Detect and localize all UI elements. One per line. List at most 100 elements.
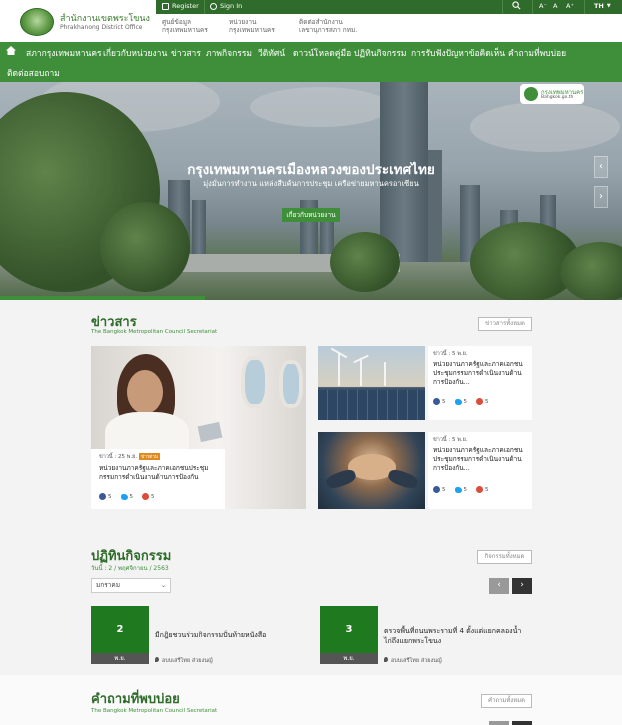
nav-item-feedback[interactable]: การรับฟังปัญหาข้อคิดเห็น bbox=[411, 46, 505, 60]
share-count: 5 bbox=[442, 398, 446, 405]
share-bar: 5 5 5 bbox=[433, 486, 489, 493]
hero-prev-button[interactable]: ‹ bbox=[594, 156, 608, 178]
home-icon[interactable] bbox=[6, 46, 16, 55]
hero-title: กรุงเทพมหานครเมืองหลวงของประเทศไทย bbox=[187, 162, 435, 178]
hero-about-button[interactable]: เกี่ยวกับหน่วยงาน bbox=[282, 208, 340, 222]
location-pin-icon bbox=[155, 657, 159, 662]
nav-item-gallery[interactable]: ภาพกิจกรรม bbox=[206, 46, 252, 60]
news-date: ข่าวนี้ : 5 พ.ย. bbox=[433, 437, 468, 443]
activity-day: 3 bbox=[345, 624, 353, 635]
register-link[interactable]: Register bbox=[162, 2, 199, 10]
site-title: สำนักงานเขตพระโขนง bbox=[60, 14, 150, 24]
quick-link-contact-office[interactable]: ติดต่อสำนักงาน เลขานุการสภา กทม. bbox=[299, 18, 357, 34]
nav-item-about[interactable]: เกี่ยวกับหน่วยงาน bbox=[103, 46, 167, 60]
activity-location-label: อบบเสรีไทย ส่วยงนญ์ bbox=[162, 658, 213, 664]
quick-link-agencies[interactable]: หน่วยงาน กรุงเทพมหานคร bbox=[229, 18, 275, 34]
hero-subtitle: มุ่งมั่นการทำงาน แหล่งสืบค้นการประชุม เค… bbox=[203, 179, 419, 188]
nav-item-downloads[interactable]: ดาวน์โหลดคู่มือ bbox=[293, 46, 351, 60]
featured-news-text: หน่วยงานภาครัฐและภาคเอกชนประชุมกรรมการดำ… bbox=[99, 464, 209, 481]
hero-banner: กรุงเทพมหานคร Bangkok.go.th กรุงเทพมหานค… bbox=[0, 82, 622, 300]
twitter-icon bbox=[120, 493, 128, 500]
breaking-tag: ข่าวด่วน bbox=[139, 453, 160, 460]
facebook-icon bbox=[433, 398, 440, 405]
site-header: สำนักงานเขตพระโขนง Phrakhanong District … bbox=[0, 0, 622, 42]
share-googleplus[interactable]: 5 bbox=[476, 486, 489, 493]
quick-link-line1: ติดต่อสำนักงาน bbox=[299, 18, 343, 26]
activities-prev-button[interactable]: ‹ bbox=[489, 578, 509, 594]
month-select[interactable]: มกราคม ⌄ bbox=[91, 578, 171, 593]
activity-month: พ.ย. bbox=[320, 653, 378, 664]
news-card-2[interactable]: ข่าวนี้ : 5 พ.ย. หน่วยงานภาครัฐและภาคเอก… bbox=[428, 432, 532, 509]
share-twitter[interactable]: 5 bbox=[120, 493, 133, 500]
share-twitter[interactable]: 5 bbox=[454, 398, 468, 405]
share-twitter[interactable]: 5 bbox=[454, 486, 467, 493]
font-size-small-button[interactable]: A⁻ bbox=[539, 2, 547, 10]
nav-item-council[interactable]: สภากรุงเทพมหานคร bbox=[26, 46, 102, 60]
chevron-down-icon: ▼ bbox=[606, 3, 611, 9]
quick-link-line1: ศูนย์ข้อมูล bbox=[162, 18, 191, 26]
site-logo[interactable]: สำนักงานเขตพระโขนง Phrakhanong District … bbox=[20, 8, 156, 36]
activities-next-button[interactable]: › bbox=[512, 578, 532, 594]
news-text: หน่วยงานภาครัฐและภาคเอกชนประชุมกรรมการดำ… bbox=[433, 360, 523, 386]
share-facebook[interactable]: 5 bbox=[433, 486, 446, 493]
googleplus-icon bbox=[476, 398, 483, 405]
quick-link-line2: เลขานุการสภา กทม. bbox=[299, 26, 358, 34]
featured-news-card[interactable]: ข่าวนี้ : 25 พ.ย. ข่าวด่วน หน่วยงานภาครัฐ… bbox=[91, 449, 225, 509]
news-image-teamwork[interactable] bbox=[318, 432, 425, 509]
quick-link-line2: กรุงเทพมหานคร bbox=[162, 26, 208, 34]
quick-link-line1: หน่วยงาน bbox=[229, 18, 257, 26]
quick-link-line2: กรุงเทพมหานคร bbox=[229, 26, 275, 34]
twitter-icon bbox=[454, 486, 462, 493]
all-news-button[interactable]: ข่าวสารทั้งหมด bbox=[478, 317, 532, 331]
share-bar: 5 5 5 bbox=[433, 398, 489, 405]
faq-next-button[interactable] bbox=[512, 721, 532, 725]
search-icon bbox=[512, 1, 521, 10]
nav-item-calendar[interactable]: ปฏิทินกิจกรรม bbox=[354, 46, 407, 60]
nav-item-faq[interactable]: คำถามที่พบบ่อย bbox=[508, 46, 566, 60]
activity-location: อบบเสรีไทย ส่วยงนญ์ bbox=[384, 657, 442, 665]
activity-title[interactable]: มีกฎิยชวนร่วมกิจกรรมปั่นท้ายหนังสือ bbox=[155, 630, 305, 640]
share-count: 5 bbox=[108, 493, 112, 500]
search-button[interactable] bbox=[512, 1, 521, 10]
language-select[interactable]: TH ▼ bbox=[594, 2, 611, 10]
hero-next-button[interactable]: › bbox=[594, 186, 608, 208]
month-select-value: มกราคม bbox=[96, 581, 120, 589]
faq-prev-button[interactable] bbox=[489, 721, 509, 725]
location-pin-icon bbox=[384, 657, 388, 662]
activity-location: อบบเสรีไทย ส่วยงนญ์ bbox=[155, 657, 213, 665]
activity-date-badge: 3 พ.ย. bbox=[320, 606, 378, 664]
font-size-normal-button[interactable]: A bbox=[553, 2, 557, 10]
nav-item-contact[interactable]: ติดต่อสอบถาม bbox=[7, 66, 60, 80]
nav-item-news[interactable]: ข่าวสาร bbox=[171, 46, 201, 60]
share-facebook[interactable]: 5 bbox=[99, 493, 112, 500]
quick-link-data-center[interactable]: ศูนย์ข้อมูล กรุงเทพมหานคร bbox=[162, 18, 208, 34]
news-image-wind-solar[interactable] bbox=[318, 346, 425, 420]
share-count: 5 bbox=[463, 398, 468, 405]
share-count: 5 bbox=[485, 398, 489, 405]
hero-slide-progress bbox=[0, 296, 205, 300]
all-activities-button[interactable]: กิจกรรมทั้งหมด bbox=[477, 550, 532, 564]
site-subtitle: Phrakhanong District Office bbox=[60, 24, 143, 31]
news-card-1[interactable]: ข่าวนี้ : 5 พ.ย. หน่วยงานภาครัฐและภาคเอก… bbox=[428, 346, 532, 420]
news-date: ข่าวนี้ : 5 พ.ย. bbox=[433, 351, 468, 357]
share-facebook[interactable]: 5 bbox=[433, 398, 446, 405]
language-label: TH bbox=[594, 2, 604, 10]
chevron-down-icon: ⌄ bbox=[160, 582, 166, 589]
all-faq-button[interactable]: คำถามทั้งหมด bbox=[481, 694, 532, 708]
twitter-icon bbox=[454, 398, 462, 405]
nav-item-videos[interactable]: วีดิทัศน์ bbox=[258, 46, 285, 60]
bma-emblem-icon bbox=[20, 8, 54, 36]
activities-date-label: วันนี้ : 2 / พฤศจิกายน / 2563 bbox=[91, 565, 169, 572]
signin-link[interactable]: Sign In bbox=[210, 2, 242, 10]
bangkok-go-th-badge[interactable]: กรุงเทพมหานคร Bangkok.go.th bbox=[520, 84, 584, 104]
news-section-subtitle: The Bangkok Metropolitan Council Secreta… bbox=[91, 329, 218, 335]
share-googleplus[interactable]: 5 bbox=[142, 493, 155, 500]
signin-label: Sign In bbox=[220, 2, 243, 10]
activity-day: 2 bbox=[116, 624, 124, 635]
share-googleplus[interactable]: 5 bbox=[476, 398, 489, 405]
googleplus-icon bbox=[476, 486, 483, 493]
share-bar: 5 5 5 bbox=[99, 493, 155, 500]
activity-title[interactable]: ตรวจพื้นที่ถนนพระรามที่ 4 ตั้งแต่แยกคลอง… bbox=[384, 626, 524, 646]
font-size-large-button[interactable]: A⁺ bbox=[566, 2, 574, 10]
badge-subtitle: Bangkok.go.th bbox=[541, 95, 574, 100]
